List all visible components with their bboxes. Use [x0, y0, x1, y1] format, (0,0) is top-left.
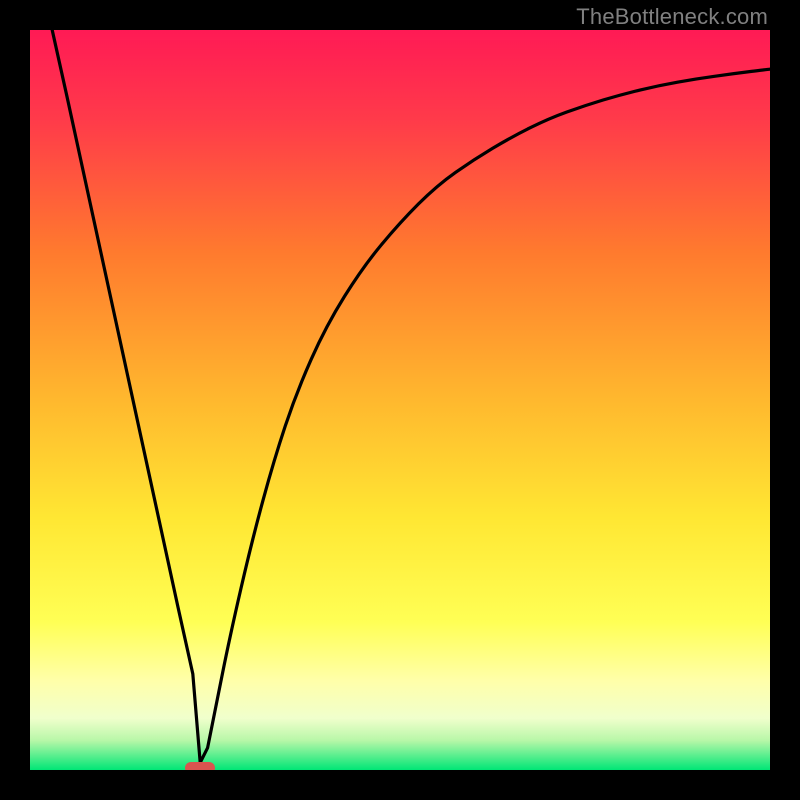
chart-frame: TheBottleneck.com: [0, 0, 800, 800]
curve-svg: [30, 30, 770, 770]
watermark-text: TheBottleneck.com: [576, 4, 768, 30]
plot-area: [30, 30, 770, 770]
minimum-marker: [185, 762, 215, 770]
curve-path: [52, 30, 770, 763]
